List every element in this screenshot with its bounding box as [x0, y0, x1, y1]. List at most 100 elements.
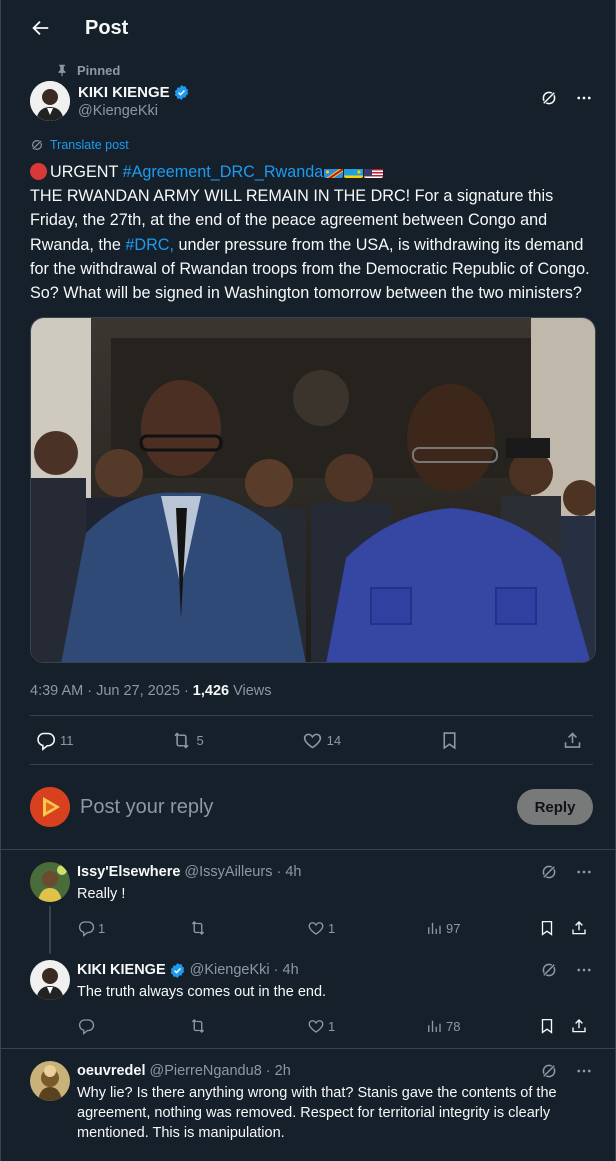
like-action[interactable]: 1 — [307, 1017, 425, 1035]
author-row: KIKI KIENGE @KiengeKki — [30, 79, 593, 123]
red-circle-emoji-icon — [30, 163, 47, 180]
reply-top-actions — [540, 1062, 593, 1080]
reply-top-actions — [540, 863, 593, 881]
reply-avatar[interactable] — [30, 960, 70, 1001]
reply-count: 11 — [60, 732, 74, 748]
views-action[interactable]: 97 — [425, 919, 538, 937]
reply-item[interactable]: Issy'Elsewhere @IssyAilleurs · 4h Really… — [30, 862, 593, 955]
share-icon — [572, 1019, 586, 1033]
like-count: 14 — [326, 732, 342, 748]
author-names: KIKI KIENGE @KiengeKki — [78, 84, 190, 119]
reply-author-name[interactable]: Issy'Elsewhere — [77, 864, 180, 880]
reply-icon — [78, 921, 95, 938]
post-top-actions — [540, 89, 593, 107]
reply-author-name[interactable]: oeuvredel — [77, 1063, 146, 1079]
bookmark-icon — [541, 1019, 553, 1034]
grok-icon[interactable] — [540, 961, 558, 979]
rwanda-flag-icon — [344, 165, 364, 178]
reply-top-actions — [540, 961, 593, 979]
views-count: 1,426 — [192, 683, 230, 700]
section-divider — [1, 849, 615, 851]
bookmark-action[interactable] — [538, 1017, 570, 1035]
views-count: 97 — [446, 920, 461, 936]
translate-label[interactable]: Translate post — [50, 138, 129, 152]
verified-badge-icon[interactable] — [173, 84, 190, 101]
reply-text: The truth always comes out in the end. — [77, 984, 327, 1001]
reply-avatar[interactable] — [30, 862, 70, 903]
reply-button[interactable]: Reply — [517, 789, 593, 826]
current-user-avatar[interactable] — [30, 787, 70, 828]
author-avatar[interactable] — [30, 81, 70, 121]
repost-action[interactable] — [189, 1017, 307, 1035]
more-options-icon[interactable] — [575, 961, 593, 979]
back-arrow-icon[interactable] — [29, 17, 51, 39]
heart-icon — [308, 1020, 324, 1034]
repost-action[interactable] — [189, 919, 307, 937]
pinned-label: Pinned — [77, 62, 121, 78]
more-options-icon[interactable] — [575, 1062, 593, 1080]
like-count: 1 — [328, 1018, 336, 1034]
post-body-text: URGENT #Agreement_DRC_Rwanda THE RWANDAN… — [30, 160, 600, 305]
like-action[interactable]: 14 — [302, 730, 341, 751]
reply-author-handle[interactable]: @PierreNgandu8 · 2h — [150, 1063, 291, 1079]
reply-icon — [78, 1019, 95, 1036]
bookmark-icon — [541, 921, 553, 936]
reply-author-name[interactable]: KIKI KIENGE — [77, 962, 166, 978]
post-timestamp[interactable]: 4:39 AM · Jun 27, 2025 · — [30, 683, 189, 699]
share-icon — [564, 732, 581, 748]
author-handle[interactable]: @KiengeKki — [78, 103, 190, 119]
pinned-indicator: Pinned — [55, 62, 593, 78]
views-label: Views — [233, 683, 272, 700]
grok-icon[interactable] — [540, 89, 558, 107]
reply-text: Really ! — [77, 886, 126, 903]
more-options-icon[interactable] — [575, 863, 593, 881]
repost-action[interactable]: 5 — [171, 730, 204, 751]
bookmark-icon — [443, 731, 456, 750]
reply-item[interactable]: KIKI KIENGE @KiengeKki · 4h The truth al… — [30, 960, 593, 1036]
section-divider — [1, 1048, 615, 1050]
reply-action[interactable] — [77, 1017, 189, 1036]
drc-flag-icon — [324, 165, 344, 178]
hashtag-link[interactable]: #Agreement_DRC_Rwanda — [123, 163, 324, 181]
more-options-icon[interactable] — [575, 89, 593, 107]
reply-count: 1 — [98, 920, 106, 936]
drc-hashtag-link[interactable]: #DRC, — [125, 236, 174, 254]
post-photo[interactable] — [30, 317, 596, 664]
app-frame: Post Pinned KIKI KIENGE @KiengeKki Trans… — [0, 0, 616, 1161]
repost-icon — [191, 921, 205, 936]
like-action[interactable]: 1 — [307, 919, 425, 937]
views-bar-chart-icon — [428, 1020, 441, 1033]
reply-avatar[interactable] — [30, 1061, 70, 1102]
reply-item[interactable]: oeuvredel @PierreNgandu8 · 2h Why lie? I… — [30, 1061, 593, 1143]
verified-badge-icon[interactable] — [169, 962, 186, 979]
page-title: Post — [85, 16, 129, 39]
views-count: 78 — [446, 1018, 461, 1034]
reply-author-handle[interactable]: @IssyAilleurs · 4h — [184, 864, 301, 880]
reply-action[interactable]: 11 — [35, 730, 74, 751]
repost-count: 5 — [196, 732, 204, 748]
reply-icon — [37, 732, 56, 751]
author-display-name[interactable]: KIKI KIENGE — [78, 84, 170, 101]
usa-flag-icon — [364, 165, 384, 178]
share-action[interactable] — [570, 919, 591, 937]
thread-line — [49, 906, 51, 955]
translate-post-link[interactable]: Translate post — [30, 137, 593, 153]
reply-action[interactable]: 1 — [77, 919, 189, 938]
bookmark-action[interactable] — [439, 730, 464, 751]
grok-icon[interactable] — [540, 1062, 558, 1080]
bookmark-action[interactable] — [538, 919, 570, 937]
views-action[interactable]: 78 — [425, 1017, 538, 1035]
reply-input[interactable]: Post your reply — [80, 796, 517, 819]
urgent-label: URGENT — [50, 163, 119, 181]
grok-icon[interactable] — [540, 863, 558, 881]
heart-icon — [303, 733, 321, 749]
reply-text: Why lie? Is there anything wrong with th… — [77, 1085, 557, 1142]
share-action[interactable] — [562, 730, 587, 751]
pin-icon — [55, 63, 69, 77]
reply-author-handle[interactable]: @KiengeKki · 4h — [190, 962, 299, 978]
views-bar-chart-icon — [428, 922, 441, 935]
main-post: Pinned KIKI KIENGE @KiengeKki Translate … — [1, 62, 615, 1143]
repost-icon — [174, 732, 190, 749]
reply-composer: Post your reply Reply — [30, 765, 593, 849]
share-action[interactable] — [570, 1017, 591, 1035]
